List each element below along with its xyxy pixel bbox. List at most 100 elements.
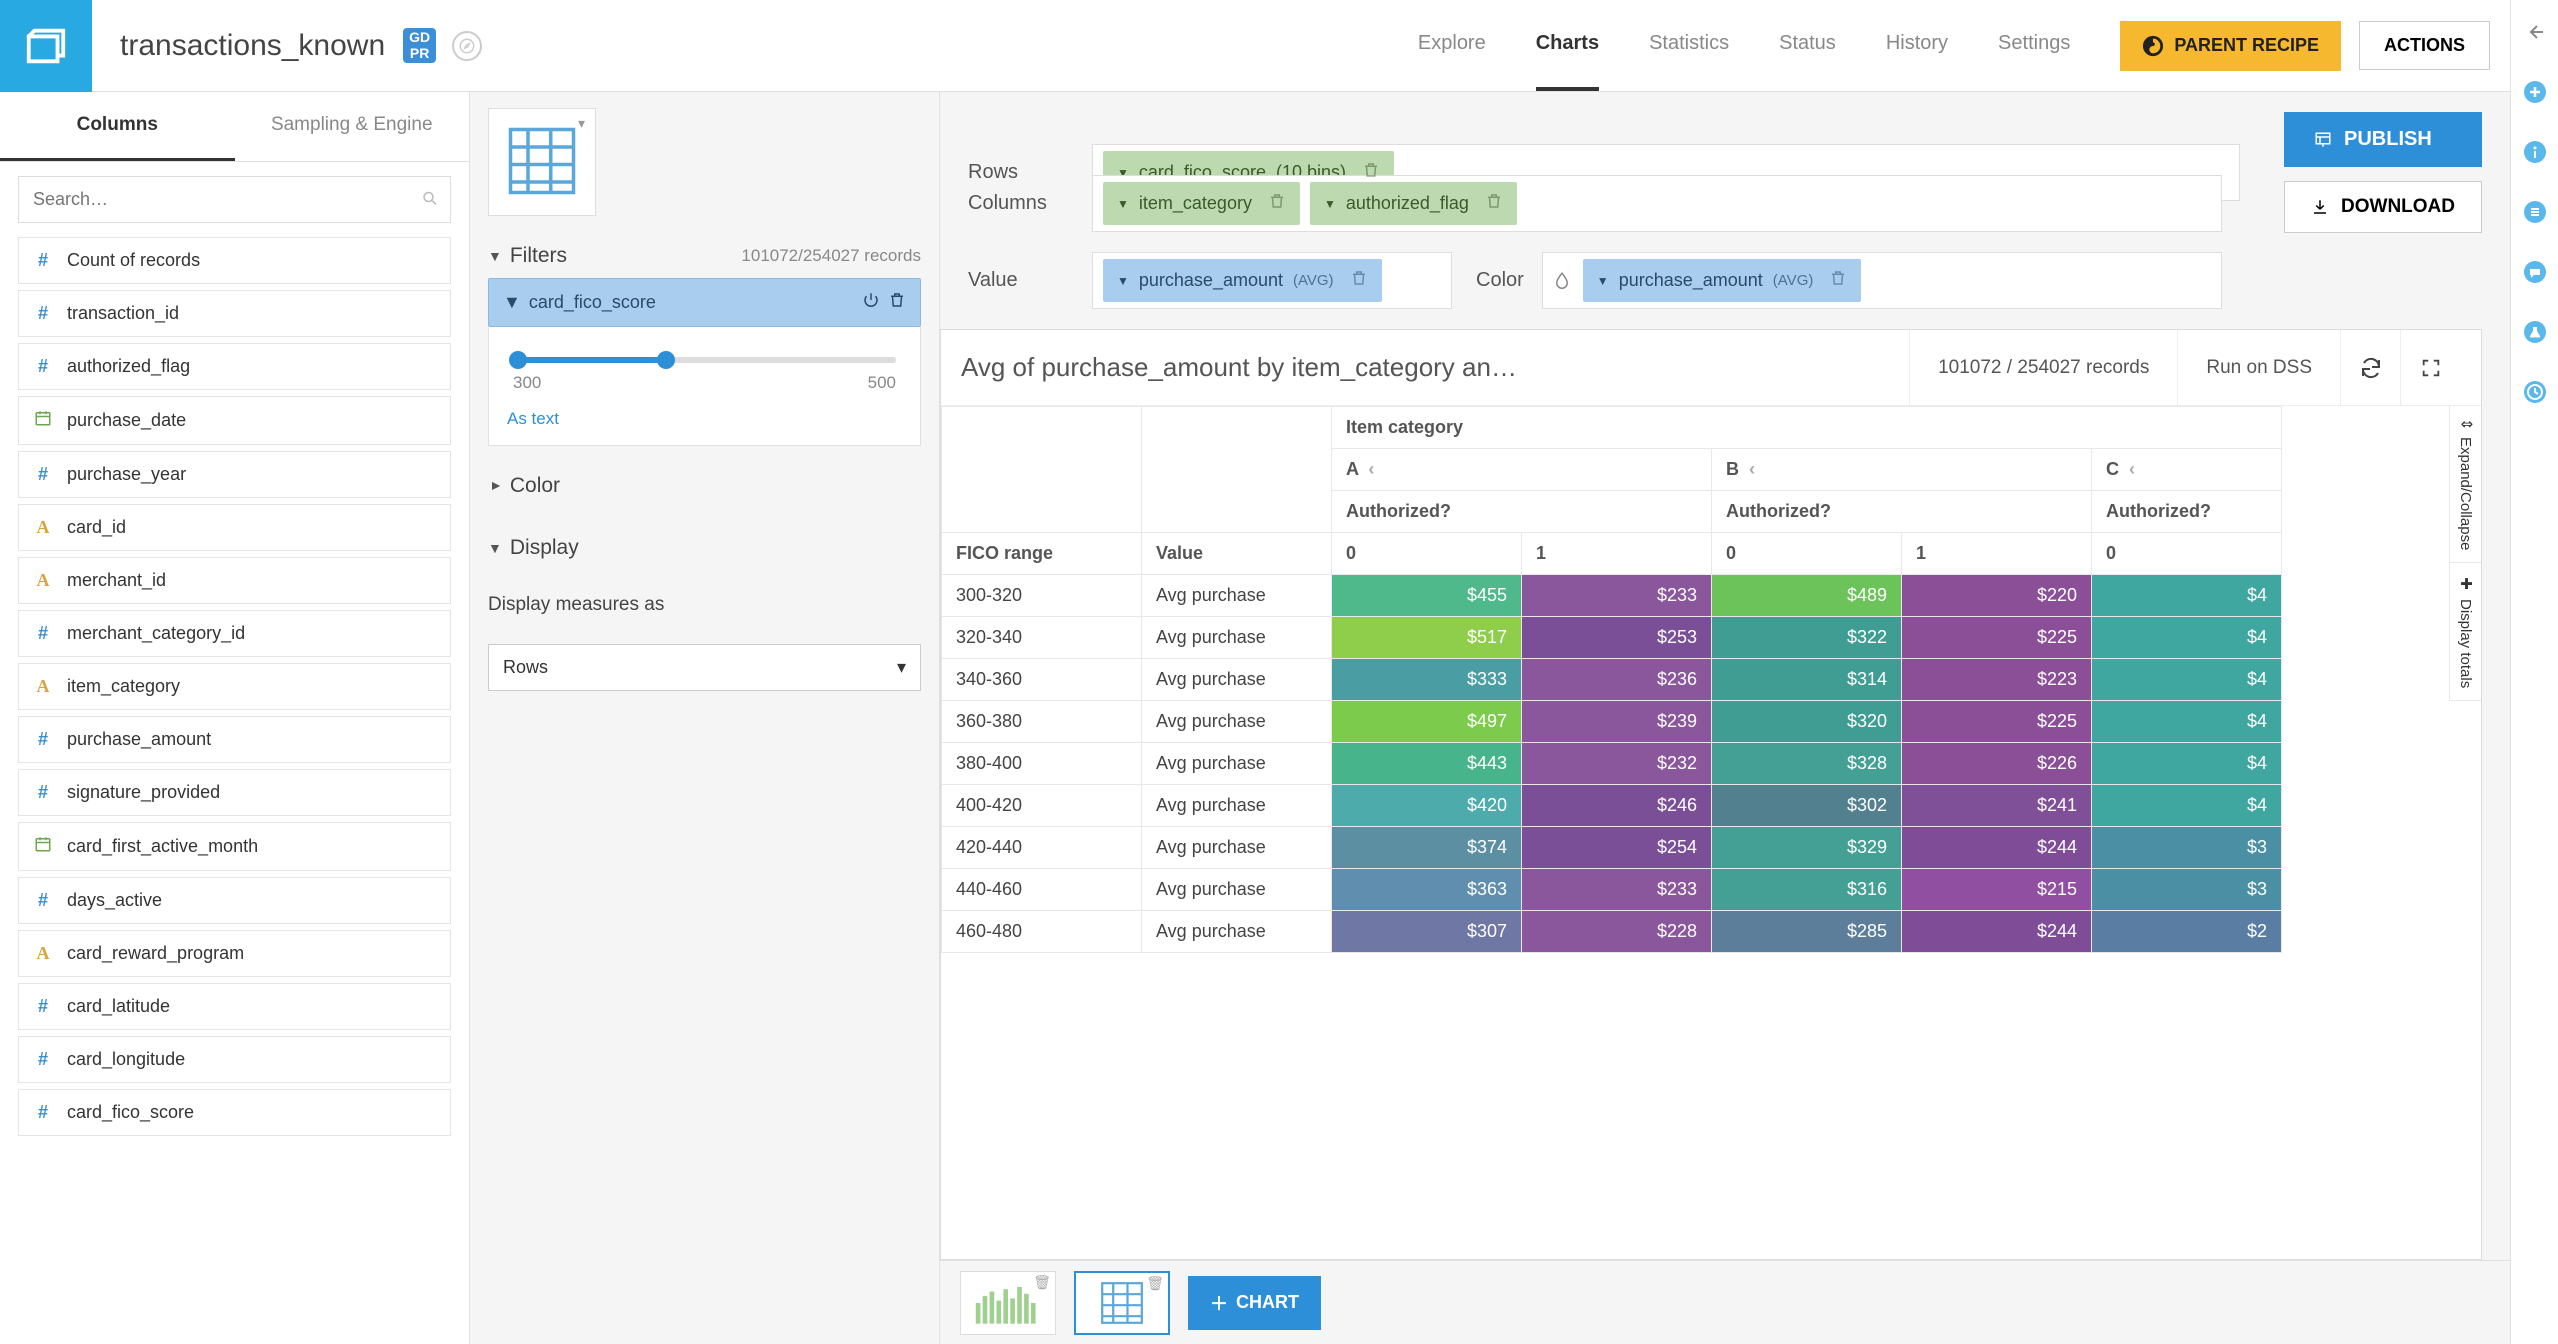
dataset-title: transactions_known — [120, 29, 385, 63]
header-category[interactable]: A ‹ — [1332, 449, 1712, 491]
flask-circle-icon[interactable] — [2523, 320, 2547, 344]
filters-section-header[interactable]: ▼ Filters 101072/254027 records — [488, 234, 921, 278]
trash-icon[interactable] — [1362, 161, 1380, 184]
value-dropzone[interactable]: ▼purchase_amount(AVG) — [1092, 252, 1452, 309]
column-item[interactable]: #merchant_category_id — [18, 610, 451, 657]
column-item[interactable]: #transaction_id — [18, 290, 451, 337]
column-name: card_reward_program — [67, 943, 244, 964]
chat-circle-icon[interactable] — [2523, 260, 2547, 284]
chart-record-count: 101072 / 254027 records — [1909, 330, 2178, 405]
value-label: Value — [968, 269, 1068, 292]
dimension-chip[interactable]: ▼purchase_amount(AVG) — [1103, 259, 1382, 302]
column-item[interactable]: #card_longitude — [18, 1036, 451, 1083]
chart-title[interactable]: Avg of purchase_amount by item_category … — [961, 352, 1909, 383]
top-tab-status[interactable]: Status — [1779, 0, 1836, 91]
value-label-cell: Avg purchase — [1142, 743, 1332, 785]
column-item[interactable]: Aitem_category — [18, 663, 451, 710]
add-chart-button[interactable]: ＋ CHART — [1188, 1276, 1321, 1330]
data-cell: $4 — [2092, 575, 2282, 617]
num-type-icon: # — [33, 464, 53, 485]
compass-icon[interactable] — [452, 31, 482, 61]
column-item[interactable]: # purchase_amount — [18, 716, 451, 763]
top-tab-settings[interactable]: Settings — [1998, 0, 2070, 91]
column-item[interactable]: #Count of records — [18, 237, 451, 284]
top-tab-statistics[interactable]: Statistics — [1649, 0, 1729, 91]
column-item[interactable]: Acard_id — [18, 504, 451, 551]
trash-icon[interactable] — [1829, 269, 1847, 292]
data-cell: $329 — [1712, 827, 1902, 869]
num-type-icon: # — [33, 623, 53, 644]
column-item[interactable]: Acard_reward_program — [18, 930, 451, 977]
dimension-chip[interactable]: ▼item_category — [1103, 182, 1300, 225]
expand-collapse-control[interactable]: ⇕ Expand/Collapse — [2450, 406, 2481, 563]
data-cell: $517 — [1332, 617, 1522, 659]
trash-icon[interactable] — [888, 291, 906, 314]
tab-columns[interactable]: Columns — [0, 92, 235, 161]
display-section-header[interactable]: ▼ Display — [488, 526, 921, 570]
drop-icon — [1553, 271, 1573, 291]
top-tab-history[interactable]: History — [1886, 0, 1948, 91]
color-label: Color — [1476, 269, 1524, 292]
fullscreen-icon[interactable] — [2401, 330, 2461, 405]
column-item[interactable]: #signature_provided — [18, 769, 451, 816]
column-item[interactable]: #authorized_flag — [18, 343, 451, 390]
str-type-icon: A — [33, 570, 53, 591]
run-on-dss[interactable]: Run on DSS — [2178, 330, 2341, 405]
header-fico-range: FICO range — [942, 533, 1142, 575]
num-type-icon: # — [33, 782, 53, 803]
column-item[interactable]: #purchase_year — [18, 451, 451, 498]
header-category[interactable]: C ‹ — [2092, 449, 2282, 491]
header-category[interactable]: B ‹ — [1712, 449, 2092, 491]
plus-circle-icon[interactable] — [2523, 80, 2547, 104]
filter-chip-fico[interactable]: ▼ card_fico_score — [488, 278, 921, 327]
column-item[interactable]: #card_latitude — [18, 983, 451, 1030]
power-icon[interactable] — [862, 291, 880, 314]
clock-circle-icon[interactable] — [2523, 380, 2547, 404]
list-circle-icon[interactable] — [2523, 200, 2547, 224]
data-cell: $3 — [2092, 869, 2282, 911]
publish-button[interactable]: PUBLISH — [2284, 112, 2482, 167]
table-row: 400-420Avg purchase$420$246$302$241$4 — [942, 785, 2282, 827]
dimension-chip[interactable]: ▼purchase_amount(AVG) — [1583, 259, 1862, 302]
chart-thumbnail-bar[interactable]: 🗑 — [960, 1271, 1056, 1335]
collapse-rail-icon[interactable] — [2523, 20, 2547, 44]
column-name: Count of records — [67, 250, 200, 271]
actions-button[interactable]: ACTIONS — [2359, 21, 2490, 70]
data-cell: $4 — [2092, 617, 2282, 659]
slider-as-text-link[interactable]: As text — [507, 409, 902, 429]
refresh-icon[interactable] — [2341, 330, 2401, 405]
fico-range-slider[interactable] — [513, 357, 896, 363]
trash-icon[interactable] — [1268, 192, 1286, 215]
table-row: 300-320Avg purchase$455$233$489$220$4 — [942, 575, 2282, 617]
color-section-header[interactable]: ▼ Color — [488, 464, 921, 508]
data-cell: $374 — [1332, 827, 1522, 869]
dimension-chip[interactable]: ▼authorized_flag — [1310, 182, 1517, 225]
column-search-input[interactable] — [18, 176, 451, 223]
color-dropzone[interactable]: ▼purchase_amount(AVG) — [1542, 252, 2222, 309]
column-item[interactable]: purchase_date — [18, 396, 451, 445]
column-name: purchase_amount — [67, 729, 211, 750]
column-item[interactable]: #card_fico_score — [18, 1089, 451, 1136]
display-totals-control[interactable]: ✚ Display totals — [2450, 563, 2481, 701]
column-item[interactable]: card_first_active_month — [18, 822, 451, 871]
trash-icon[interactable] — [1485, 192, 1503, 215]
trash-icon[interactable]: 🗑 — [1033, 1274, 1051, 1291]
top-tab-explore[interactable]: Explore — [1418, 0, 1486, 91]
trash-icon[interactable]: 🗑 — [1146, 1275, 1164, 1292]
parent-recipe-button[interactable]: PARENT RECIPE — [2120, 21, 2341, 71]
num-type-icon: # — [33, 729, 53, 750]
tab-sampling[interactable]: Sampling & Engine — [235, 92, 470, 161]
columns-dropzone[interactable]: ▼item_category▼authorized_flag — [1092, 175, 2222, 232]
trash-icon[interactable] — [1350, 269, 1368, 292]
display-measures-select[interactable]: Rows ▾ — [488, 644, 921, 691]
chart-thumbnail-pivot[interactable]: 🗑 — [1074, 1271, 1170, 1335]
column-item[interactable]: #days_active — [18, 877, 451, 924]
data-cell: $225 — [1902, 701, 2092, 743]
column-name: authorized_flag — [67, 356, 190, 377]
download-button[interactable]: DOWNLOAD — [2284, 181, 2482, 233]
column-item[interactable]: Amerchant_id — [18, 557, 451, 604]
value-label-cell: Avg purchase — [1142, 827, 1332, 869]
chart-type-selector[interactable]: ▾ — [488, 108, 596, 216]
info-circle-icon[interactable] — [2523, 140, 2547, 164]
top-tab-charts[interactable]: Charts — [1536, 0, 1599, 91]
